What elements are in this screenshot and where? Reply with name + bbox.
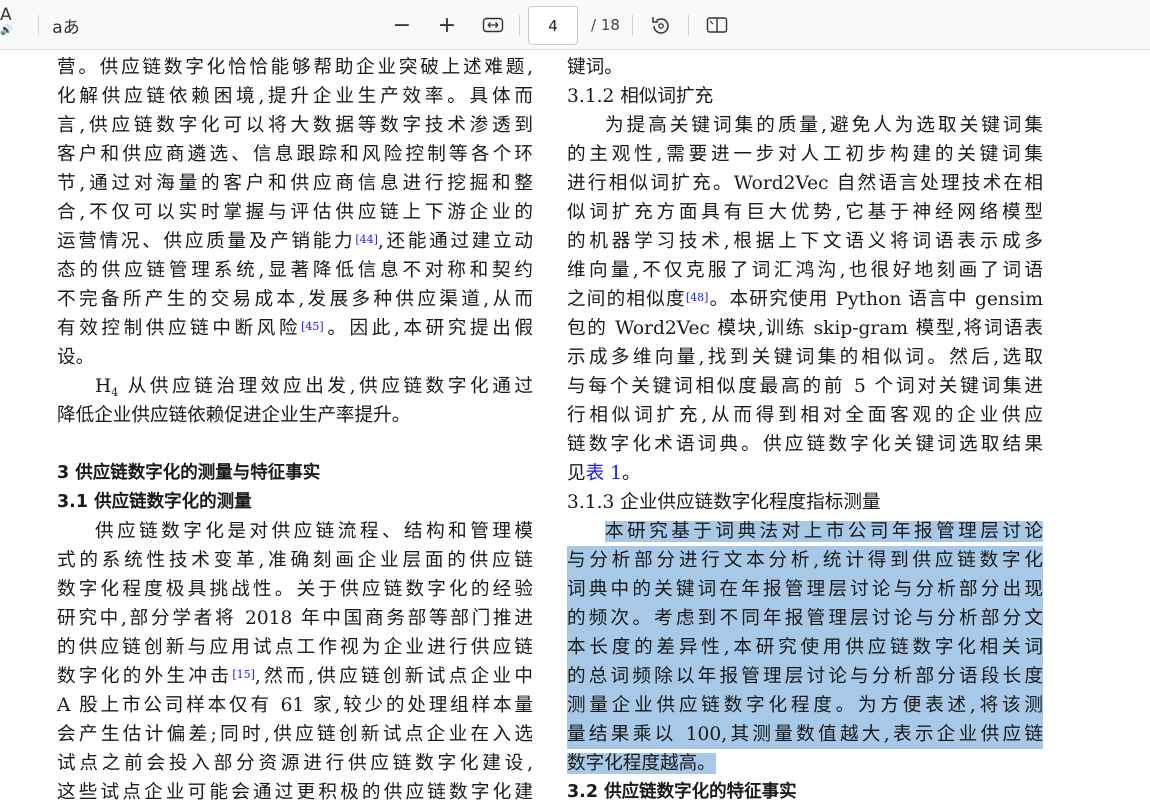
read-aloud-button[interactable]: A🔊: [0, 5, 24, 38]
text-run: 。本研究使用 Python 语言中 gensim: [708, 289, 1043, 310]
text-line: 行相似词扩充,从而得到相对全面客观的企业供应: [567, 405, 1043, 426]
text-line: 这些试点企业可能会通过更积极的供应链数字化建: [57, 782, 533, 803]
text-line: 降低企业供应链依赖促进企业生产率提升。: [57, 405, 411, 426]
text-line: 之间的相似度[48]。本研究使用 Python 语言中 gensim: [567, 285, 1043, 314]
zoom-in-button[interactable]: +: [434, 12, 460, 38]
read-aloud-icon: A🔊: [0, 5, 13, 36]
rotate-button[interactable]: [647, 12, 673, 38]
fit-width-button[interactable]: [480, 12, 506, 38]
text-line: 见表 1。: [567, 459, 1043, 488]
text-line: 的主观性,需要进一步对人工初步构建的关键词集: [567, 144, 1043, 165]
rotate-icon: [652, 17, 669, 34]
text-line: 会产生估计偏差;同时,供应链创新试点企业在入选: [57, 724, 533, 745]
table-link[interactable]: 表 1: [586, 463, 622, 484]
text-run: 之间的相似度: [567, 289, 686, 310]
selected-text-line[interactable]: 词典中的关键词在年报管理层讨论与分析部分出现: [567, 575, 1043, 604]
text-line: 的机器学习技术,根据上下文语义将词语表示成多: [567, 231, 1043, 252]
zoom-out-button[interactable]: −: [389, 12, 415, 38]
hypothesis-label: H: [95, 376, 112, 397]
text-line: 维向量,不仅克服了词汇鸿沟,也很好地刻画了词语: [567, 260, 1043, 281]
toolbar-divider: [688, 15, 689, 35]
citation-link[interactable]: [15]: [232, 668, 255, 681]
text-line: 链数字化术语词典。供应链数字化关键词选取结果: [567, 434, 1043, 455]
text-options-button[interactable]: aあ: [52, 12, 80, 38]
text-line: A 股上市公司样本仅有 61 家,较少的处理组样本量: [57, 695, 533, 716]
subsection-heading: 3.1.3 企业供应链数字化程度指标测量: [567, 492, 881, 513]
text-line: 试点之前会投入部分资源进行供应链数字化建设,: [57, 753, 533, 774]
text-line: 式的系统性技术变革,准确刻画企业层面的供应链: [57, 550, 533, 571]
citation-link[interactable]: [48]: [686, 291, 709, 304]
text-line: 营。供应链数字化恰恰能够帮助企业突破上述难题,: [57, 57, 533, 78]
text-line: 客户和供应商遴选、信息跟踪和风险控制等各个环: [57, 144, 533, 165]
text-line: 包的 Word2Vec 模块,训练 skip-gram 模型,将词语表: [567, 318, 1043, 339]
subsection-heading: 3.1 供应链数字化的测量: [57, 492, 252, 512]
plus-icon: +: [437, 12, 457, 38]
selected-text-line[interactable]: 与分析部分进行文本分析,统计得到供应链数字化: [567, 546, 1043, 575]
text-run: 有效控制供应链中断风险: [57, 318, 302, 339]
text-run: 数字化的外生冲击: [57, 666, 233, 687]
selected-text-line[interactable]: 测量企业供应链数字化程度。为方便表述,将该测: [567, 691, 1043, 720]
document-right-column: 键词。 3.1.2 相似词扩充 为提高关键词集的质量,避免人为选取关键词集 的主…: [567, 53, 1043, 807]
selected-text[interactable]: 本研究基于词典法对上市公司年报管理层讨论: [605, 521, 1043, 542]
document-left-column: 营。供应链数字化恰恰能够帮助企业突破上述难题, 化解供应链依赖困境,提升企业生产…: [57, 53, 533, 807]
text-line: 化解供应链依赖困境,提升企业生产效率。具体而: [57, 86, 533, 107]
text-line: 研究中,部分学者将 2018 年中国商务部等部门推进: [57, 608, 533, 629]
subsection-heading: 3.2 供应链数字化的特征事实: [567, 782, 797, 802]
citation-link[interactable]: [44]: [355, 233, 378, 246]
fit-width-icon: [482, 17, 504, 33]
text-run: ,然而,供应链创新试点企业中: [254, 666, 533, 687]
text-line: 言,供应链数字化可以将大数据等数字技术渗透到: [57, 115, 533, 136]
page-number-input[interactable]: [528, 6, 578, 45]
text-line: 不完备所产生的交易成本,发展多种供应渠道,从而: [57, 289, 533, 310]
text-line: 数字化程度越高。: [567, 749, 1043, 778]
text-line: 的供应链创新与应用试点工作视为企业进行供应链: [57, 637, 533, 658]
selected-text-line[interactable]: 本长度的差异性,本研究使用供应链数字化相关词: [567, 633, 1043, 662]
hypothesis-subscript: 4: [111, 386, 119, 399]
text-run: 运营情况、供应质量及产销能力: [57, 231, 356, 252]
citation-link[interactable]: [45]: [301, 320, 324, 333]
text-line: 合,不仅可以实时掌握与评估供应链上下游企业的: [57, 202, 533, 223]
text-line: 键词。: [567, 57, 623, 78]
selected-text[interactable]: 数字化程度越高。: [567, 753, 716, 774]
text-line: 设。: [57, 347, 95, 368]
text-line: 本研究基于词典法对上市公司年报管理层讨论: [567, 517, 1043, 546]
page-view-button[interactable]: [704, 12, 730, 38]
text-run: 见: [567, 463, 586, 484]
pdf-toolbar: A🔊 aあ − + / 18: [0, 0, 1150, 50]
text-run: 。: [621, 463, 641, 484]
toolbar-divider: [519, 15, 520, 35]
text-run: 从供应链治理效应出发,供应链数字化通过: [118, 376, 533, 397]
page-view-icon: [706, 17, 728, 33]
selected-text-line[interactable]: 量结果乘以 100,其测量数值越大,表示企业供应链: [567, 720, 1043, 749]
text-run: ,还能通过建立动: [377, 231, 533, 252]
toolbar-divider: [632, 15, 633, 35]
page-total: / 18: [591, 16, 620, 34]
text-line: 节,通过对海量的客户和供应商信息进行挖掘和整: [57, 173, 533, 194]
text-options-icon: aあ: [52, 17, 80, 38]
text-line: 似词扩充方面具有巨大优势,它基于神经网络模型: [567, 202, 1043, 223]
text-line: 与每个关键词相似度最高的前 5 个词对关键词集进: [567, 376, 1043, 397]
toolbar-divider: [38, 15, 39, 35]
text-run: 。因此,本研究提出假: [323, 318, 533, 339]
selected-text-line[interactable]: 的总词频除以年报管理层讨论与分析部分语段长度: [567, 662, 1043, 691]
text-line: 示成多维向量,找到关键词集的相似词。然后,选取: [567, 347, 1043, 368]
text-line: 为提高关键词集的质量,避免人为选取关键词集: [605, 115, 1043, 136]
text-line: 有效控制供应链中断风险[45]。因此,本研究提出假: [57, 314, 533, 343]
text-line: 数字化程度极具挑战性。关于供应链数字化的经验: [57, 579, 533, 600]
minus-icon: −: [392, 12, 412, 38]
section-heading: 3 供应链数字化的测量与特征事实: [57, 463, 321, 483]
selected-text-line[interactable]: 的频次。考虑到不同年报管理层讨论与分析部分文: [567, 604, 1043, 633]
text-line: 数字化的外生冲击[15],然而,供应链创新试点企业中: [57, 662, 533, 691]
text-line: 态的供应链管理系统,显著降低信息不对称和契约: [57, 260, 533, 281]
hypothesis-line: H4 从供应链治理效应出发,供应链数字化通过: [57, 372, 533, 401]
subsection-heading: 3.1.2 相似词扩充: [567, 86, 714, 107]
text-line: 进行相似词扩充。Word2Vec 自然语言处理技术在相: [567, 173, 1043, 194]
text-line: 运营情况、供应质量及产销能力[44],还能通过建立动: [57, 227, 533, 256]
text-line: 供应链数字化是对供应链流程、结构和管理模: [95, 521, 533, 542]
